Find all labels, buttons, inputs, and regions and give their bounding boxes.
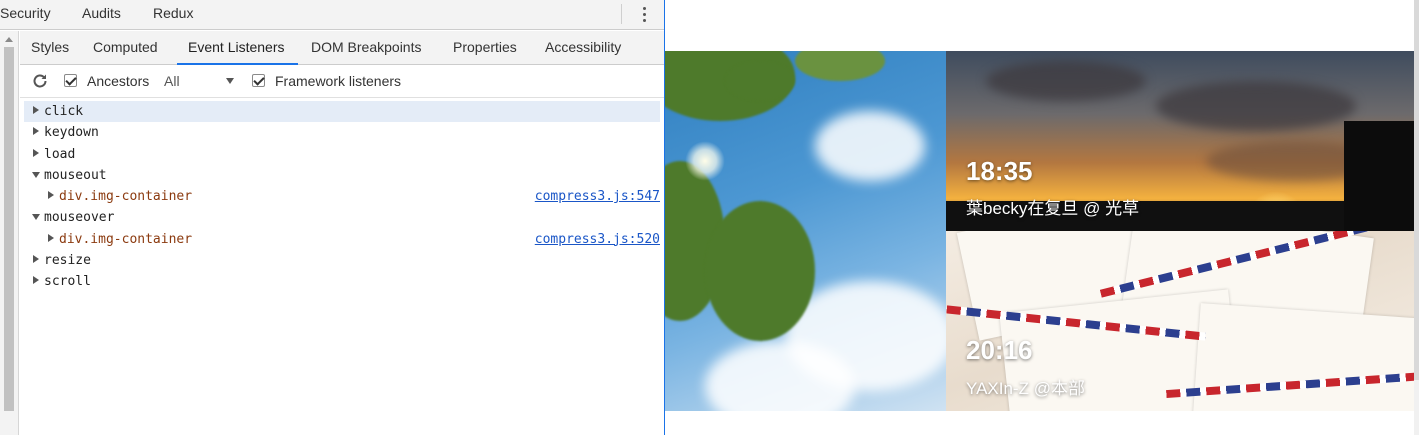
- expand-arrow-icon[interactable]: [33, 106, 39, 114]
- event-listener-list: click keydown load mouseout div.img-cont…: [24, 101, 660, 293]
- tabbar-divider: [621, 4, 622, 24]
- photo-card[interactable]: 18:35 葉becky在复旦 @ 光草: [946, 51, 1414, 231]
- listener-row[interactable]: div.img-container compress3.js:520: [24, 229, 660, 250]
- event-name: mouseover: [44, 210, 115, 226]
- listener-filter-value: All: [164, 73, 180, 89]
- event-name: scroll: [44, 274, 91, 290]
- source-link[interactable]: compress3.js:520: [535, 232, 660, 247]
- collapse-arrow-icon[interactable]: [32, 171, 40, 178]
- listener-row[interactable]: div.img-container compress3.js:547: [24, 186, 660, 207]
- event-name: load: [44, 146, 76, 162]
- event-name: click: [44, 104, 84, 119]
- expand-arrow-icon[interactable]: [33, 127, 39, 136]
- expand-arrow-icon[interactable]: [33, 276, 39, 285]
- tab-redux[interactable]: Redux: [153, 5, 193, 21]
- tab-accessibility[interactable]: Accessibility: [545, 31, 621, 65]
- listener-element: div.img-container: [59, 231, 193, 247]
- event-row-click[interactable]: click: [24, 101, 660, 123]
- event-row-mouseout[interactable]: mouseout: [24, 165, 660, 186]
- sun-flare: [685, 141, 725, 181]
- tab-properties[interactable]: Properties: [453, 31, 517, 65]
- framework-listeners-checkbox[interactable]: [252, 74, 265, 87]
- vertical-scrollbar[interactable]: [0, 31, 19, 435]
- devtools-panel: Security Audits Redux Styles Computed Ev…: [0, 0, 665, 435]
- listener-filter-select[interactable]: All: [164, 70, 238, 92]
- scroll-up-arrow-icon[interactable]: [5, 37, 13, 42]
- expand-arrow-icon[interactable]: [33, 148, 39, 157]
- page-viewport: 近 18:35 葉becky在复旦 @ 光草 20:16 YAXIn-Z @本部: [665, 0, 1419, 435]
- expand-arrow-icon[interactable]: [48, 233, 54, 242]
- event-row-scroll[interactable]: scroll: [24, 271, 660, 292]
- tab-computed[interactable]: Computed: [93, 31, 158, 65]
- scrollbar-thumb[interactable]: [4, 47, 14, 411]
- framework-listeners-label: Framework listeners: [275, 73, 402, 89]
- collapse-arrow-icon[interactable]: [32, 214, 40, 221]
- ancestors-checkbox[interactable]: [64, 74, 77, 87]
- event-row-mouseover[interactable]: mouseover: [24, 207, 660, 228]
- event-name: mouseout: [44, 167, 107, 183]
- ancestors-label: Ancestors: [87, 73, 150, 89]
- card-caption: 葉becky在复旦 @ 光草: [966, 199, 1140, 218]
- more-options-icon[interactable]: [637, 4, 653, 24]
- event-row-keydown[interactable]: keydown: [24, 122, 660, 143]
- building-silhouette: [1344, 121, 1414, 231]
- sidebar-tabbar: Styles Computed Event Listeners DOM Brea…: [20, 31, 664, 65]
- event-listeners-toolbar: Ancestors All Framework listeners: [20, 66, 664, 98]
- page-scrollbar-thumb[interactable]: [1414, 0, 1419, 380]
- event-row-resize[interactable]: resize: [24, 250, 660, 271]
- photo-sky-trees[interactable]: 近: [665, 51, 946, 411]
- tab-dom-breakpoints[interactable]: DOM Breakpoints: [311, 31, 421, 65]
- card-time: 20:16: [966, 335, 1033, 365]
- tab-security[interactable]: Security: [0, 5, 51, 21]
- devtools-main-tabbar: Security Audits Redux: [0, 0, 664, 30]
- source-link[interactable]: compress3.js:547: [535, 189, 660, 204]
- event-row-load[interactable]: load: [24, 144, 660, 165]
- photo-card[interactable]: 20:16 YAXIn-Z @本部: [946, 231, 1414, 411]
- expand-arrow-icon[interactable]: [33, 255, 39, 264]
- tab-event-listeners[interactable]: Event Listeners: [177, 31, 297, 65]
- chevron-down-icon: [226, 78, 234, 84]
- event-name: resize: [44, 253, 91, 269]
- listener-element: div.img-container: [59, 189, 193, 205]
- page-scrollbar[interactable]: [1414, 0, 1419, 435]
- refresh-icon[interactable]: [31, 72, 49, 90]
- expand-arrow-icon[interactable]: [48, 191, 54, 200]
- tab-styles[interactable]: Styles: [31, 31, 69, 65]
- tab-audits[interactable]: Audits: [82, 5, 121, 21]
- event-name: keydown: [44, 125, 99, 141]
- card-time: 18:35: [966, 156, 1033, 186]
- card-caption: YAXIn-Z @本部: [966, 379, 1085, 398]
